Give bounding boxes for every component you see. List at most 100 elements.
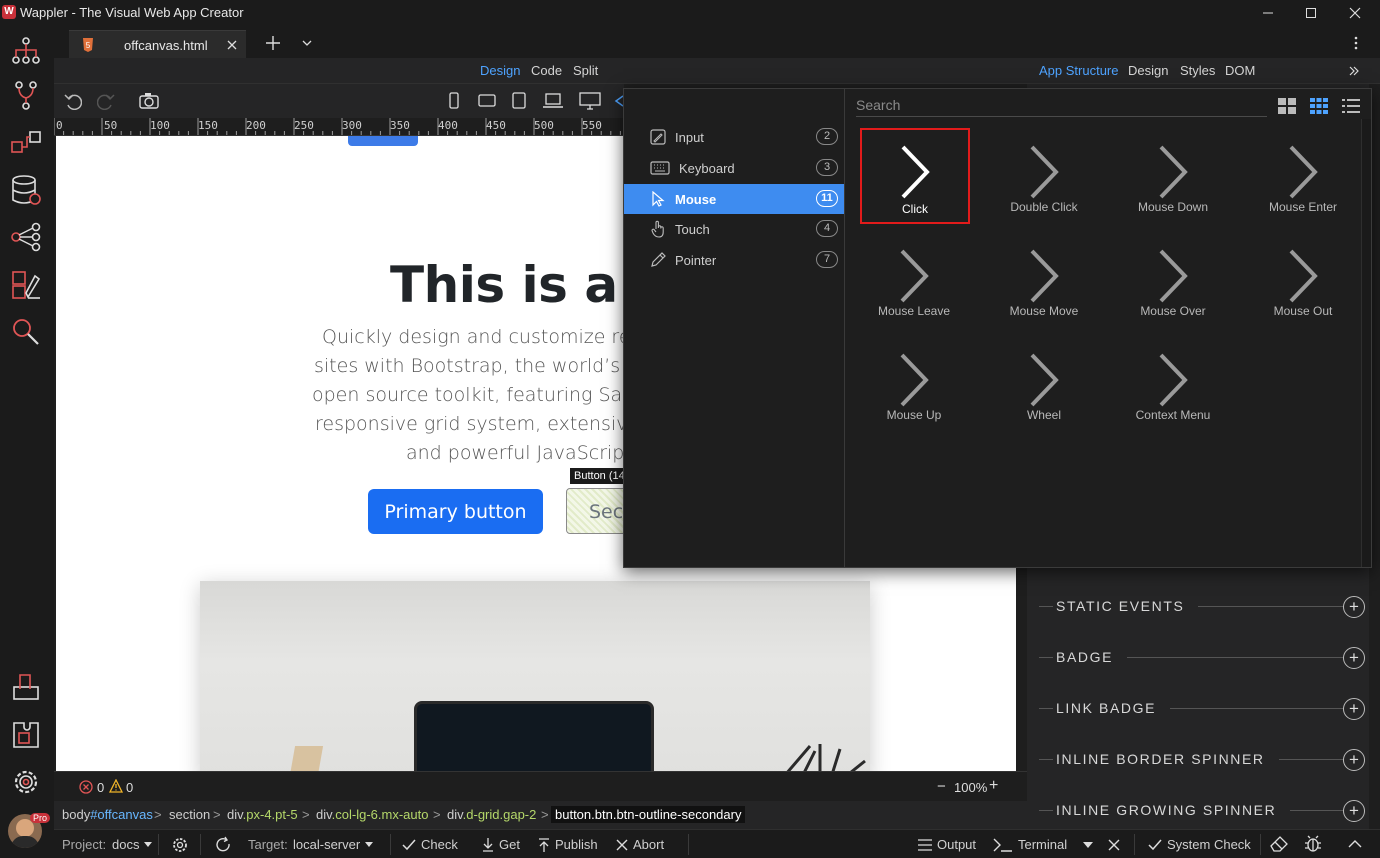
section-inline-growing-spinner[interactable]: INLINE GROWING SPINNER + bbox=[1039, 796, 1365, 826]
event-mouse-over[interactable]: Mouse Over bbox=[1118, 234, 1228, 330]
event-mouse-leave[interactable]: Mouse Leave bbox=[859, 234, 969, 330]
event-search[interactable] bbox=[856, 95, 1267, 117]
breadcrumb-item[interactable]: section bbox=[169, 807, 210, 822]
event-mouse-move[interactable]: Mouse Move bbox=[989, 234, 1099, 330]
large-grid-view-icon[interactable] bbox=[1277, 97, 1297, 115]
category-input[interactable]: Input 2 bbox=[624, 122, 844, 152]
tab-design-mode[interactable]: Design bbox=[480, 63, 520, 78]
project-settings-gear-icon[interactable] bbox=[172, 837, 188, 853]
phone-landscape-icon[interactable] bbox=[478, 93, 496, 109]
breadcrumb-item-active[interactable]: button.btn.btn-outline-secondary bbox=[551, 806, 746, 823]
git-icon[interactable] bbox=[7, 76, 45, 114]
breadcrumb-item[interactable]: div.d-grid.gap-2 bbox=[447, 807, 536, 822]
tab-app-structure[interactable]: App Structure bbox=[1039, 63, 1119, 78]
check-button[interactable]: Check bbox=[402, 837, 458, 852]
search-icon[interactable] bbox=[7, 313, 45, 351]
double-chevron-right-icon[interactable] bbox=[1349, 66, 1359, 76]
hero-image bbox=[200, 581, 870, 771]
event-double-click[interactable]: Double Click bbox=[989, 130, 1099, 226]
search-input[interactable] bbox=[856, 95, 1267, 115]
more-vertical-icon[interactable] bbox=[1354, 36, 1358, 50]
add-section-button[interactable]: + bbox=[1343, 800, 1365, 822]
tab-design-panel[interactable]: Design bbox=[1128, 63, 1168, 78]
chevron-down-icon[interactable] bbox=[302, 39, 312, 47]
terminal-button[interactable]: Terminal bbox=[993, 837, 1067, 852]
add-section-button[interactable]: + bbox=[1343, 596, 1365, 618]
category-mouse[interactable]: Mouse 11 bbox=[624, 184, 844, 214]
section-link-badge[interactable]: LINK BADGE + bbox=[1039, 694, 1365, 724]
tab-styles[interactable]: Styles bbox=[1180, 63, 1215, 78]
output-button[interactable]: Output bbox=[918, 837, 976, 852]
breadcrumb-item[interactable]: div.col-lg-6.mx-auto bbox=[316, 807, 428, 822]
plus-icon[interactable] bbox=[266, 36, 280, 50]
tab-code-mode[interactable]: Code bbox=[531, 63, 562, 78]
desktop-view-icon[interactable] bbox=[579, 92, 601, 110]
event-mouse-out[interactable]: Mouse Out bbox=[1248, 234, 1358, 330]
tablet-view-icon[interactable] bbox=[511, 92, 527, 110]
zoom-in-button[interactable]: + bbox=[989, 777, 998, 795]
picker-scrollbar[interactable] bbox=[1361, 119, 1371, 567]
abort-button[interactable]: Abort bbox=[616, 837, 664, 852]
redo-icon[interactable] bbox=[97, 92, 115, 110]
laptop-view-icon[interactable] bbox=[542, 93, 564, 109]
target-select[interactable]: local-server bbox=[293, 837, 374, 852]
event-context-menu[interactable]: Context Menu bbox=[1118, 338, 1228, 434]
breadcrumb-separator: > bbox=[213, 807, 221, 822]
input-icon bbox=[650, 129, 666, 145]
project-select[interactable]: docs bbox=[112, 837, 153, 852]
workflows-icon[interactable] bbox=[7, 124, 45, 162]
maximize-icon bbox=[1306, 8, 1316, 18]
primary-button[interactable]: Primary button bbox=[368, 489, 543, 534]
section-badge[interactable]: BADGE + bbox=[1039, 643, 1365, 673]
warning-icon[interactable] bbox=[109, 779, 123, 793]
resource-manager-icon[interactable] bbox=[7, 266, 45, 304]
add-section-button[interactable]: + bbox=[1343, 698, 1365, 720]
camera-icon[interactable] bbox=[139, 92, 159, 110]
close-window-button[interactable] bbox=[1332, 0, 1378, 26]
api-share-icon[interactable] bbox=[7, 218, 45, 256]
tab-offcanvas[interactable]: 5 offcanvas.html bbox=[69, 30, 246, 58]
close-tab-icon[interactable] bbox=[227, 40, 237, 50]
category-touch[interactable]: Touch 4 bbox=[624, 214, 844, 244]
previous-button-edge[interactable] bbox=[348, 136, 418, 146]
event-wheel[interactable]: Wheel bbox=[989, 338, 1099, 434]
section-static-events[interactable]: STATIC EVENTS + bbox=[1039, 592, 1365, 622]
section-inline-border-spinner[interactable]: INLINE BORDER SPINNER + bbox=[1039, 745, 1365, 775]
publish-manager-icon[interactable] bbox=[7, 668, 45, 706]
refresh-icon[interactable] bbox=[214, 836, 232, 854]
chevron-right-icon bbox=[900, 353, 929, 407]
phone-view-icon[interactable] bbox=[448, 92, 460, 110]
bug-icon[interactable] bbox=[1304, 835, 1322, 853]
extensions-icon[interactable] bbox=[7, 716, 45, 754]
list-view-icon[interactable] bbox=[1341, 97, 1361, 115]
settings-gear-icon[interactable] bbox=[7, 763, 45, 801]
add-section-button[interactable]: + bbox=[1343, 749, 1365, 771]
get-button[interactable]: Get bbox=[482, 837, 520, 852]
publish-button[interactable]: Publish bbox=[538, 837, 598, 852]
tab-dom[interactable]: DOM bbox=[1225, 63, 1255, 78]
chevron-up-icon[interactable] bbox=[1348, 839, 1362, 848]
database-icon[interactable] bbox=[7, 171, 45, 209]
event-mouse-down[interactable]: Mouse Down bbox=[1118, 130, 1228, 226]
error-icon[interactable] bbox=[79, 780, 93, 794]
close-terminal-icon[interactable] bbox=[1108, 839, 1120, 851]
breadcrumb-item[interactable]: body#offcanvas bbox=[62, 807, 153, 822]
category-keyboard[interactable]: Keyboard 3 bbox=[624, 153, 844, 183]
minimize-button[interactable] bbox=[1245, 0, 1291, 26]
event-mouse-enter[interactable]: Mouse Enter bbox=[1248, 130, 1358, 226]
small-grid-view-icon[interactable] bbox=[1309, 97, 1329, 115]
event-mouse-up[interactable]: Mouse Up bbox=[859, 338, 969, 434]
category-pointer[interactable]: Pointer 7 bbox=[624, 245, 844, 275]
add-section-button[interactable]: + bbox=[1343, 647, 1365, 669]
zoom-level[interactable]: 100% bbox=[954, 780, 987, 795]
caret-down-icon[interactable] bbox=[1083, 842, 1093, 848]
breadcrumb-item[interactable]: div.px-4.pt-5 bbox=[227, 807, 298, 822]
maximize-button[interactable] bbox=[1288, 0, 1334, 26]
app-structure-icon[interactable] bbox=[7, 32, 45, 70]
system-check-button[interactable]: System Check bbox=[1148, 837, 1251, 852]
tab-split-mode[interactable]: Split bbox=[573, 63, 598, 78]
event-click[interactable]: Click bbox=[860, 128, 970, 224]
eraser-icon[interactable] bbox=[1270, 836, 1288, 852]
undo-icon[interactable] bbox=[64, 92, 82, 110]
zoom-out-button[interactable]: − bbox=[937, 778, 946, 795]
